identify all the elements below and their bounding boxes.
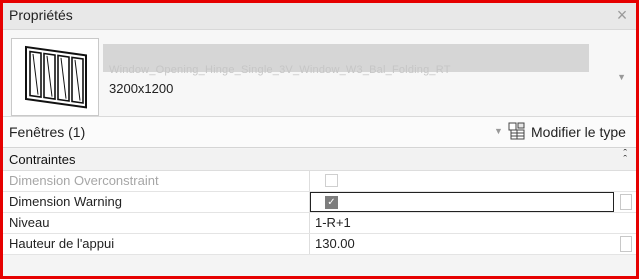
edit-type-label: Modifier le type [531, 124, 626, 140]
niveau-value[interactable]: 1-R+1 [315, 215, 351, 230]
property-name: Dimension Warning [9, 194, 122, 209]
property-row: Niveau 1-R+1 [3, 213, 636, 234]
filter-dropdown-icon[interactable]: ▼ [494, 126, 503, 136]
column-divider [309, 171, 310, 191]
property-row: Hauteur de l'appui 130.00 [3, 234, 636, 255]
panel-title: Propriétés [9, 7, 73, 23]
instance-filter-label[interactable]: Fenêtres (1) [9, 124, 85, 140]
collapse-chevrons-icon[interactable]: ˆˆ [623, 149, 627, 166]
group-header-contraintes[interactable]: Contraintes ˆˆ [3, 149, 636, 171]
properties-grid: Dimension Overconstraint Dimension Warni… [3, 171, 636, 255]
group-label: Contraintes [9, 152, 76, 167]
dimension-overconstraint-checkbox [325, 174, 338, 187]
row-button[interactable] [620, 236, 632, 252]
instance-filter: Fenêtres (1) ▼ Modifier le type [3, 117, 636, 148]
edit-type-button[interactable]: Modifier le type [508, 121, 626, 143]
hauteur-appui-value[interactable]: 130.00 [315, 236, 355, 251]
column-divider [309, 213, 310, 233]
row-button[interactable] [620, 194, 632, 210]
type-size: 3200x1200 [109, 81, 174, 96]
active-value-cell[interactable]: ✓ [310, 192, 614, 212]
dropdown-arrow-icon[interactable]: ▼ [617, 72, 626, 82]
dimension-warning-checkbox[interactable]: ✓ [325, 196, 338, 209]
edit-type-icon [508, 122, 526, 143]
property-name: Hauteur de l'appui [9, 236, 115, 251]
properties-panel: Propriétés × Window_Opening_Hinge_Single… [0, 0, 639, 279]
close-icon[interactable]: × [612, 4, 632, 26]
property-row: Dimension Warning ✓ [3, 192, 636, 213]
type-name: Window_Opening_Hinge_Single_3V_Window_W3… [109, 64, 451, 76]
type-selector[interactable]: Window_Opening_Hinge_Single_3V_Window_W3… [3, 30, 636, 117]
window-thumbnail-icon [11, 38, 99, 116]
property-name: Niveau [9, 215, 50, 230]
panel-titlebar: Propriétés × [3, 3, 636, 30]
property-row: Dimension Overconstraint [3, 171, 636, 192]
column-divider [309, 234, 310, 254]
property-name: Dimension Overconstraint [9, 173, 159, 188]
